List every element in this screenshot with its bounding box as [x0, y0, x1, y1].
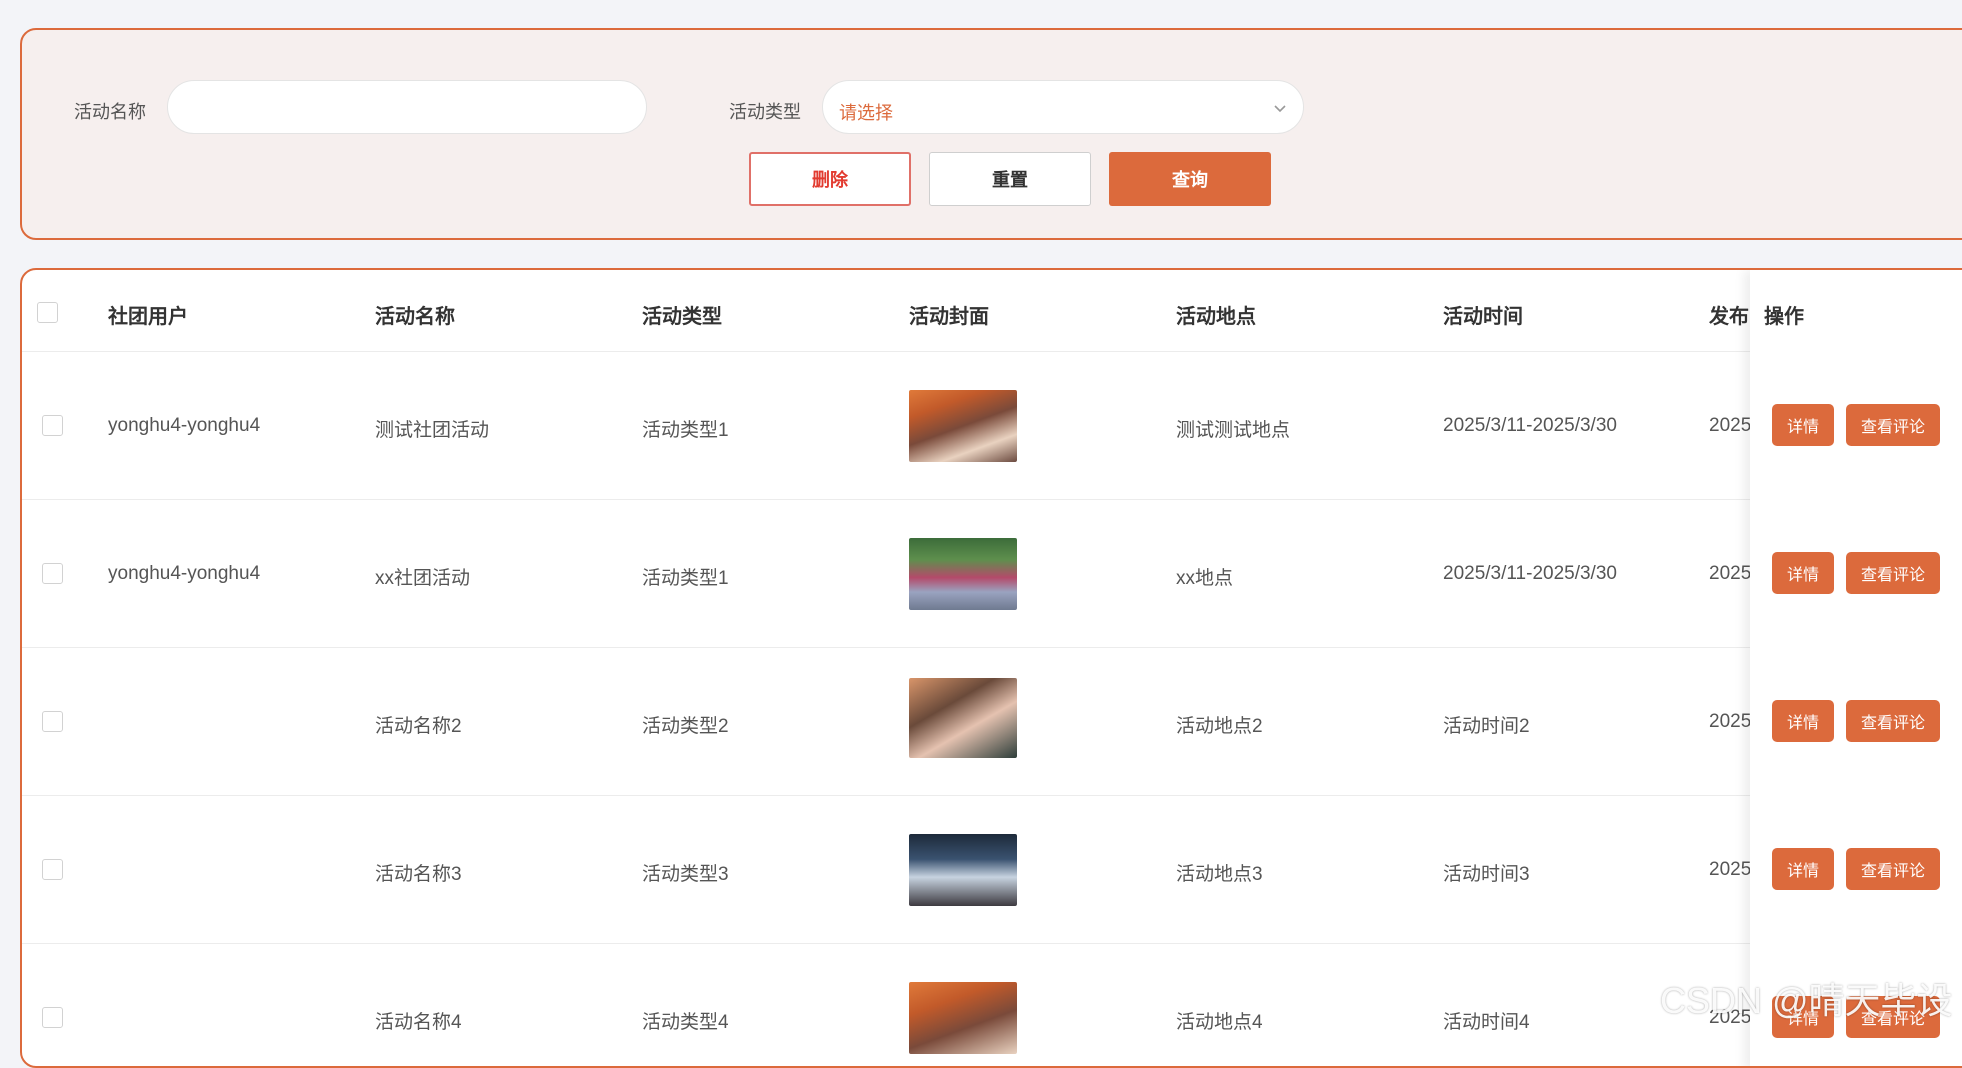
delete-button[interactable]: 删除: [749, 152, 911, 206]
activity-name-input[interactable]: [167, 80, 647, 134]
cell-user: yonghu4-yonghu4: [108, 563, 261, 584]
row-checkbox[interactable]: [42, 859, 63, 880]
cell-publish: 2025: [1709, 415, 1752, 436]
row-checkbox[interactable]: [42, 415, 63, 436]
cell-place: 活动地点4: [1176, 1012, 1263, 1033]
cell-place: 测试测试地点: [1176, 420, 1291, 441]
cell-time: 活动时间3: [1443, 864, 1530, 885]
query-button[interactable]: 查询: [1109, 152, 1271, 206]
cover-image: [909, 390, 1017, 462]
table-row: yonghu4-yonghu4 测试社团活动 活动类型1 测试测试地点 2025…: [22, 352, 1962, 500]
table-header: 社团用户 活动名称 活动类型 活动封面 活动地点 活动时间 发布: [22, 270, 1962, 352]
cell-name: 测试社团活动: [375, 420, 490, 441]
view-comments-button[interactable]: 查看评论: [1846, 848, 1940, 890]
header-cover: 活动封面: [909, 306, 989, 328]
watermark: CSDN @晴天毕设: [1660, 980, 1953, 1021]
cell-type: 活动类型4: [642, 1012, 729, 1033]
cell-place: 活动地点2: [1176, 716, 1263, 737]
cell-type: 活动类型1: [642, 420, 729, 441]
view-comments-button[interactable]: 查看评论: [1846, 552, 1940, 594]
cover-image: [909, 538, 1017, 610]
cell-time: 2025/3/11-2025/3/30: [1443, 563, 1617, 584]
cell-time: 2025/3/11-2025/3/30: [1443, 415, 1617, 436]
row-checkbox[interactable]: [42, 1007, 63, 1028]
cell-place: 活动地点3: [1176, 864, 1263, 885]
view-comments-button[interactable]: 查看评论: [1846, 700, 1940, 742]
cell-name: xx社团活动: [375, 568, 471, 589]
operations-column: 操作 详情 查看评论 详情 查看评论 详情 查看评论 详情 查看评论 详情 查看…: [1750, 270, 1962, 1066]
cell-type: 活动类型1: [642, 568, 729, 589]
activity-table: 社团用户 活动名称 活动类型 活动封面 活动地点 活动时间 发布 yonghu4…: [20, 268, 1962, 1068]
cover-image: [909, 982, 1017, 1054]
row-checkbox[interactable]: [42, 711, 63, 732]
activity-type-label: 活动类型: [729, 102, 801, 122]
cell-name: 活动名称4: [375, 1012, 462, 1033]
header-publish: 发布: [1709, 306, 1749, 328]
table-row: 活动名称2 活动类型2 活动地点2 活动时间2 2025: [22, 648, 1962, 796]
view-comments-button[interactable]: 查看评论: [1846, 404, 1940, 446]
header-time: 活动时间: [1443, 306, 1523, 328]
table-row: 活动名称3 活动类型3 活动地点3 活动时间3 2025: [22, 796, 1962, 944]
cell-time: 活动时间4: [1443, 1012, 1530, 1033]
cell-user: yonghu4-yonghu4: [108, 415, 261, 436]
cover-image: [909, 678, 1017, 758]
cell-publish: 2025: [1709, 563, 1752, 584]
header-operations: 操作: [1764, 306, 1804, 328]
detail-button[interactable]: 详情: [1772, 404, 1834, 446]
header-type: 活动类型: [642, 306, 722, 328]
detail-button[interactable]: 详情: [1772, 700, 1834, 742]
activity-type-placeholder: 请选择: [839, 103, 893, 123]
cell-publish: 2025: [1709, 859, 1752, 880]
search-panel: 活动名称 活动类型 请选择 删除 重置 查询: [20, 28, 1962, 240]
cell-publish: 2025: [1709, 711, 1752, 732]
select-all-checkbox[interactable]: [37, 302, 58, 323]
row-checkbox[interactable]: [42, 563, 63, 584]
cell-time: 活动时间2: [1443, 716, 1530, 737]
cover-image: [909, 834, 1017, 906]
header-place: 活动地点: [1176, 306, 1256, 328]
header-user: 社团用户: [108, 306, 188, 328]
detail-button[interactable]: 详情: [1772, 552, 1834, 594]
cell-type: 活动类型3: [642, 864, 729, 885]
activity-name-label: 活动名称: [74, 102, 146, 122]
header-name: 活动名称: [375, 306, 455, 328]
activity-type-select[interactable]: 请选择: [822, 80, 1304, 134]
cell-name: 活动名称3: [375, 864, 462, 885]
chevron-down-icon: [1274, 105, 1286, 113]
table-row: yonghu4-yonghu4 xx社团活动 活动类型1 xx地点 2025/3…: [22, 500, 1962, 648]
detail-button[interactable]: 详情: [1772, 848, 1834, 890]
cell-place: xx地点: [1176, 568, 1234, 589]
cell-type: 活动类型2: [642, 716, 729, 737]
cell-name: 活动名称2: [375, 716, 462, 737]
reset-button[interactable]: 重置: [929, 152, 1091, 206]
